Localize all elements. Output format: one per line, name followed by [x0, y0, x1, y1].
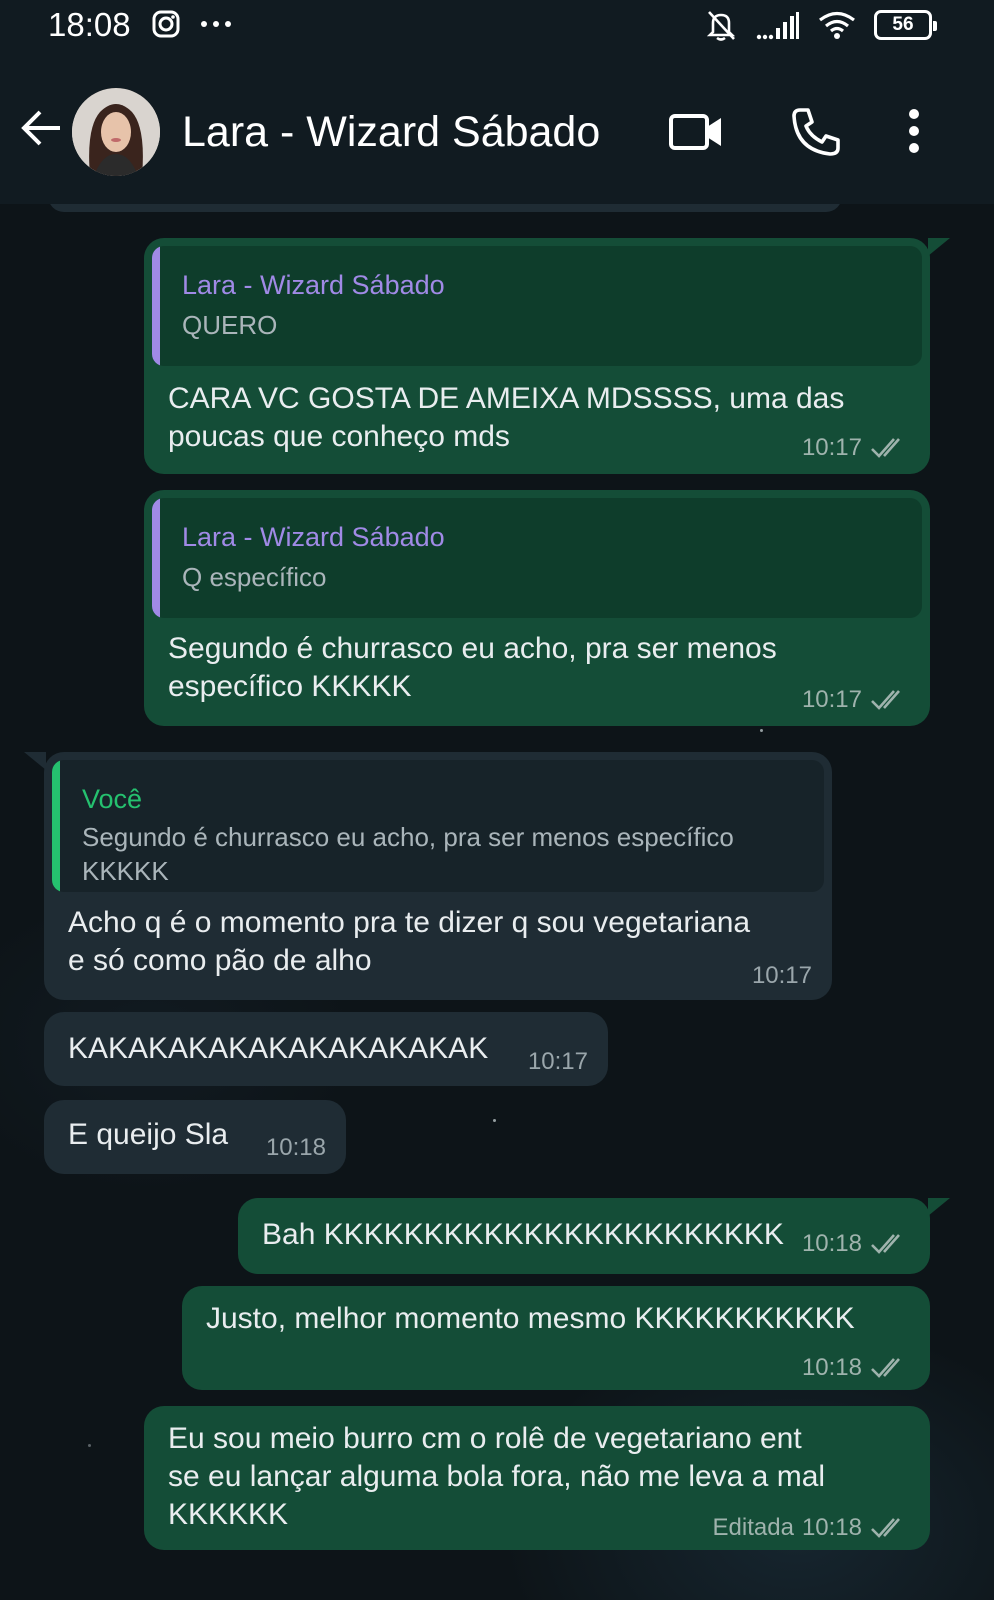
message-text-line: e só como pão de alho — [68, 944, 372, 977]
message-meta: 10:17 — [802, 686, 910, 714]
quote-author: Lara - Wizard Sábado — [182, 522, 445, 552]
message-bubble-incoming[interactable]: E queijo Sla 10:18 — [44, 1100, 346, 1174]
back-arrow-icon[interactable] — [18, 104, 66, 152]
message-meta: 10:17 — [752, 962, 812, 990]
message-meta: 10:18 — [802, 1230, 910, 1258]
contact-name[interactable]: Lara - Wizard Sábado — [182, 108, 600, 157]
message-text-line: Acho q é o momento pra te dizer q sou ve… — [68, 906, 751, 939]
message-text-line: Segundo é churrasco eu acho, pra ser men… — [168, 632, 777, 665]
quote-text-line: KKKKK — [82, 856, 169, 886]
quote-text: QUERO — [182, 310, 278, 340]
message-meta: 10:18 — [266, 1134, 326, 1162]
message-time: 10:18 — [801, 1354, 862, 1381]
previous-message-bubble — [48, 204, 842, 212]
quoted-message[interactable]: Você Segundo é churrasco eu acho, pra se… — [52, 760, 824, 892]
message-bubble-outgoing[interactable]: Lara - Wizard Sábado QUERO CARA VC GOSTA… — [144, 238, 930, 474]
message-time: 10:17 — [527, 1048, 588, 1075]
message-time: 10:17 — [751, 962, 812, 989]
message-time: 10:18 — [265, 1134, 326, 1161]
voice-call-icon[interactable] — [790, 106, 842, 158]
message-meta: 10:18 — [802, 1354, 910, 1382]
message-text-line: E queijo Sla — [68, 1118, 229, 1151]
message-meta: Editada 10:18 — [713, 1514, 910, 1542]
chat-area[interactable]: Lara - Wizard Sábado QUERO CARA VC GOSTA… — [0, 204, 994, 1600]
quote-author: Você — [82, 784, 143, 814]
quoted-message[interactable]: Lara - Wizard Sábado QUERO — [152, 246, 922, 366]
instagram-icon — [152, 10, 180, 38]
message-text-line: poucas que conheço mds — [168, 420, 510, 453]
message-time: 10:17 — [801, 434, 862, 461]
message-text-line: Justo, melhor momento mesmo KKKKKKKKKKK — [206, 1302, 855, 1335]
wifi-icon — [819, 11, 855, 39]
message-text-line: específico KKKKK — [168, 670, 412, 703]
read-ticks-icon — [871, 690, 900, 710]
video-call-icon[interactable] — [668, 110, 724, 154]
message-text-line: KAKAKAKAKAKAKAKAKAKAK — [68, 1032, 489, 1065]
quote-author: Lara - Wizard Sábado — [182, 270, 445, 300]
message-meta: 10:17 — [802, 434, 910, 462]
read-ticks-icon — [871, 1518, 900, 1538]
message-text-line: Bah KKKKKKKKKKKKKKKKKKKKKKK — [262, 1218, 784, 1251]
message-bubble-outgoing[interactable]: Eu sou meio burro cm o rolê de vegetaria… — [144, 1406, 930, 1550]
message-bubble-outgoing[interactable]: Lara - Wizard Sábado Q específico Segund… — [144, 490, 930, 726]
more-dots-icon — [201, 21, 231, 27]
message-bubble-incoming[interactable]: KAKAKAKAKAKAKAKAKAKAK 10:17 — [44, 1012, 608, 1086]
read-ticks-icon — [871, 1358, 900, 1378]
battery-icon: 56 — [874, 10, 937, 40]
message-text-line: se eu lançar alguma bola fora, não me le… — [168, 1460, 826, 1493]
message-meta: 10:17 — [528, 1048, 588, 1076]
quoted-message[interactable]: Lara - Wizard Sábado Q específico — [152, 498, 922, 618]
message-time: 10:17 — [801, 686, 862, 713]
message-text-line: Eu sou meio burro cm o rolê de vegetaria… — [168, 1422, 802, 1455]
status-time: 18:08 — [48, 6, 131, 43]
message-bubble-incoming[interactable]: Você Segundo é churrasco eu acho, pra se… — [44, 752, 832, 1000]
message-text-line: CARA VC GOSTA DE AMEIXA MDSSSS, uma das — [168, 382, 845, 415]
read-ticks-icon — [871, 438, 900, 458]
status-bar: 18:08 56 — [0, 0, 994, 56]
message-bubble-outgoing[interactable]: Justo, melhor momento mesmo KKKKKKKKKKK … — [182, 1286, 930, 1390]
quote-text: Q específico — [182, 562, 327, 592]
message-bubble-outgoing[interactable]: Bah KKKKKKKKKKKKKKKKKKKKKKK 10:18 — [238, 1198, 930, 1274]
chat-header: Lara - Wizard Sábado — [0, 56, 994, 204]
avatar[interactable] — [72, 88, 160, 176]
battery-level: 56 — [892, 14, 914, 35]
muted-bell-icon — [706, 11, 736, 41]
edited-label: Editada — [712, 1514, 794, 1541]
message-time: 10:18 — [801, 1230, 862, 1257]
quote-text-line: Segundo é churrasco eu acho, pra ser men… — [82, 822, 734, 852]
read-ticks-icon — [871, 1234, 900, 1254]
message-text-line: KKKKKK — [168, 1498, 289, 1531]
message-time: 10:18 — [801, 1514, 862, 1541]
signal-icon — [756, 12, 799, 40]
menu-icon[interactable] — [906, 108, 922, 154]
